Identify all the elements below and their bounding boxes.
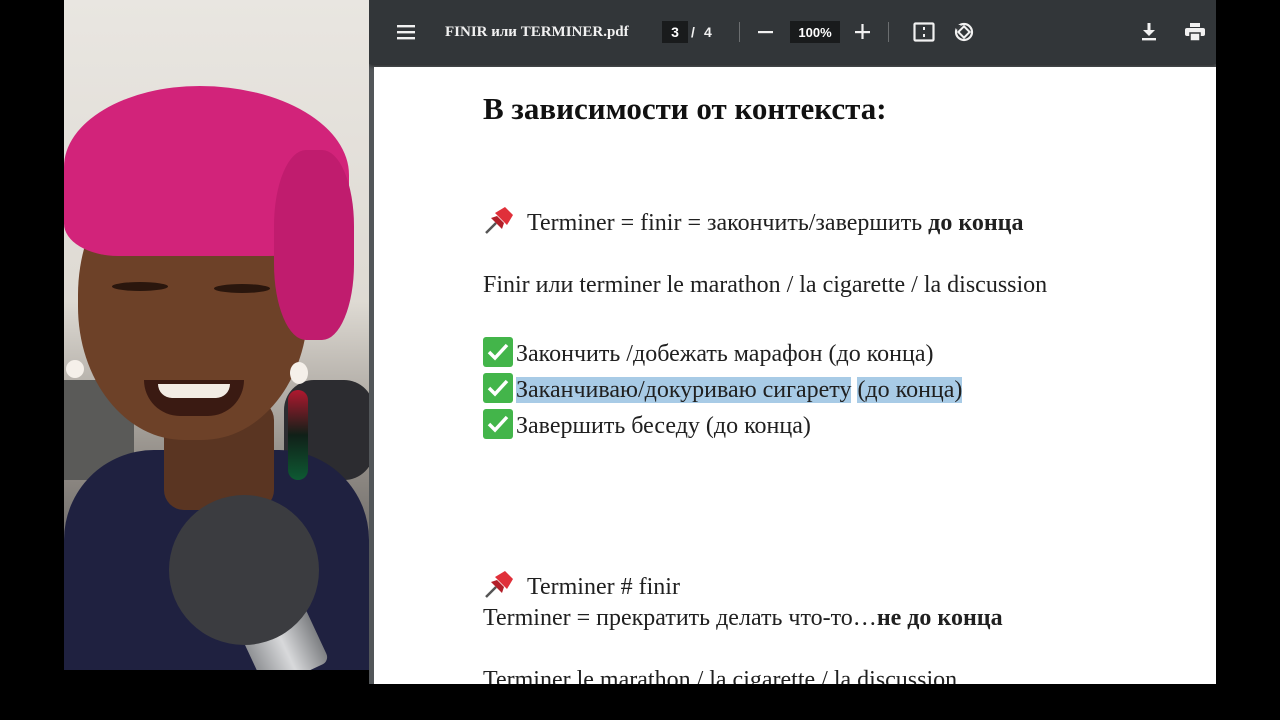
fit-page-icon	[913, 22, 935, 42]
checkmark-icon	[483, 337, 513, 367]
download-icon	[1142, 23, 1156, 41]
section1-title: Terminer = finir = закончить/завершить д…	[483, 205, 1023, 237]
toolbar-divider	[888, 22, 889, 42]
section2-title-text: Terminer # finir	[527, 574, 680, 600]
document-title: FINIR или TERMINER.pdf	[445, 23, 629, 40]
page-heading: В зависимости от контекста:	[483, 91, 887, 126]
earring-right	[290, 362, 308, 384]
zoom-level-input[interactable]: 100%	[790, 21, 840, 43]
section2-definition-bold: не до конца	[876, 605, 1003, 631]
highlighted-text[interactable]: (до конца)	[857, 377, 963, 403]
download-button[interactable]	[1137, 20, 1161, 44]
page-number-input[interactable]: 3	[662, 21, 688, 43]
eye-right	[214, 284, 270, 293]
toolbar-divider	[739, 22, 740, 42]
earring-left	[66, 360, 84, 378]
zoom-out-button[interactable]	[754, 20, 778, 44]
menu-button[interactable]	[393, 20, 421, 44]
pushpin-icon	[485, 207, 513, 234]
page-separator: /	[691, 24, 695, 40]
section1-example: Finir или terminer le marathon / la ciga…	[483, 272, 1048, 298]
checklist-item-text: Завершить беседу (до конца)	[516, 413, 811, 439]
fit-page-button[interactable]	[911, 20, 937, 44]
section2-example: Terminer le marathon / la cigarette / la…	[483, 667, 958, 684]
pdf-viewer: FINIR или TERMINER.pdf 3 / 4 100% В зави…	[369, 0, 1216, 684]
checklist-item: Закончить /добежать марафон (до конца)	[483, 337, 933, 368]
checklist-item-text: Закончить /добежать марафон (до конца)	[516, 341, 934, 367]
zoom-out-icon	[758, 31, 773, 34]
pdf-toolbar: FINIR или TERMINER.pdf 3 / 4 100%	[369, 0, 1216, 64]
webcam-video	[64, 0, 369, 670]
turban-fold	[274, 150, 354, 340]
teeth	[158, 384, 230, 398]
microphone-head	[169, 495, 319, 645]
pdf-page: В зависимости от контекста: Terminer = f…	[374, 67, 1216, 684]
section2-definition: Terminer = прекратить делать что-то…не д…	[483, 605, 1003, 632]
earring-pendant	[288, 390, 308, 480]
checkmark-icon	[483, 409, 513, 439]
eye-left	[112, 282, 168, 291]
print-button[interactable]	[1183, 20, 1207, 44]
rotate-button[interactable]	[951, 20, 977, 44]
highlighted-text[interactable]: Заканчиваю/докуриваю сигарету	[516, 377, 852, 403]
pushpin-icon	[485, 571, 513, 598]
zoom-in-button[interactable]	[851, 20, 875, 44]
section1-title-bold: до конца	[928, 210, 1024, 236]
print-icon	[1185, 23, 1205, 41]
checkmark-icon	[483, 373, 513, 403]
section2-title: Terminer # finir	[483, 569, 680, 601]
checklist-item: Заканчиваю/докуриваю сигарету (до конца)	[483, 373, 963, 404]
rotate-icon	[954, 22, 974, 42]
zoom-in-icon	[855, 24, 870, 39]
menu-icon	[397, 25, 415, 40]
checklist-item: Завершить беседу (до конца)	[483, 409, 811, 440]
section1-title-text: Terminer = finir = закончить/завершить	[527, 210, 929, 236]
page-total: 4	[704, 24, 712, 40]
section2-definition-text: Terminer = прекратить делать что-то…	[483, 605, 877, 631]
